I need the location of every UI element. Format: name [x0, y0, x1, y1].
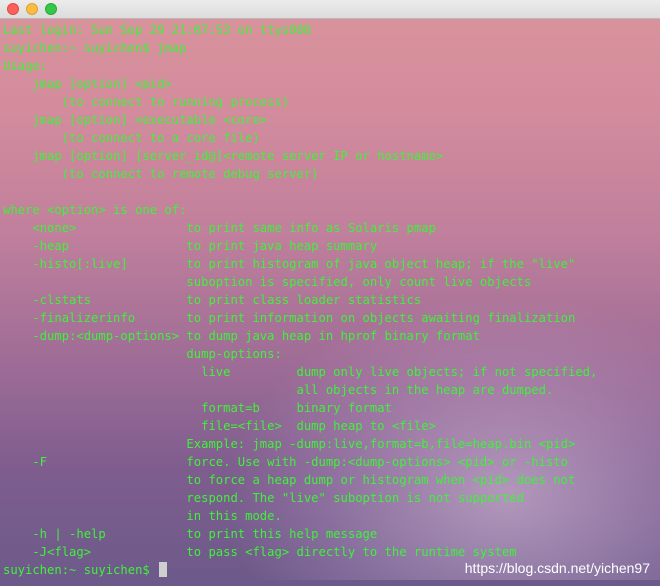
- terminal-line: Usage:: [3, 59, 48, 73]
- terminal-line: -heap to print java heap summary: [3, 239, 378, 253]
- title-bar: [0, 0, 660, 19]
- terminal-line: respond. The "live" suboption is not sup…: [3, 491, 524, 505]
- terminal-line: (to connect to running process): [3, 95, 290, 109]
- terminal-line: -dump:<dump-options> to dump java heap i…: [3, 329, 480, 343]
- terminal-line: suboption is specified, only count live …: [3, 275, 532, 289]
- terminal-line: -histo[:live] to print histogram of java…: [3, 257, 576, 271]
- zoom-button[interactable]: [45, 3, 57, 15]
- terminal-output[interactable]: Last login: Sun Sep 29 21:07:53 on ttys0…: [3, 21, 657, 581]
- shell-prompt: suyichen:~ suyichen$: [3, 563, 158, 577]
- terminal-line: (to connect to a core file): [3, 131, 260, 145]
- terminal-line: -J<flag> to pass <flag> directly to the …: [3, 545, 517, 559]
- terminal-line: live dump only live objects; if not spec…: [3, 365, 598, 379]
- terminal-line: -finalizerinfo to print information on o…: [3, 311, 576, 325]
- watermark: https://blog.csdn.net/yichen97: [464, 560, 650, 576]
- terminal-line: all objects in the heap are dumped.: [3, 383, 554, 397]
- terminal-line: Last login: Sun Sep 29 21:07:53 on ttys0…: [3, 23, 312, 37]
- terminal-line: format=b binary format: [3, 401, 392, 415]
- terminal-line: where <option> is one of:: [3, 203, 187, 217]
- terminal-line: jmap [option] <executable <core>: [3, 113, 268, 127]
- terminal-line: suyichen:~ suyichen$ jmap: [3, 41, 187, 55]
- terminal-line: to force a heap dump or histogram when <…: [3, 473, 576, 487]
- terminal-line: <none> to print same info as Solaris pma…: [3, 221, 436, 235]
- close-button[interactable]: [7, 3, 19, 15]
- terminal-line: (to connect to remote debug server): [3, 167, 319, 181]
- minimize-button[interactable]: [26, 3, 38, 15]
- terminal-line: jmap [option] <pid>: [3, 77, 172, 91]
- terminal-line: Example: jmap -dump:live,format=b,file=h…: [3, 437, 576, 451]
- terminal-line: -h | -help to print this help message: [3, 527, 378, 541]
- terminal-line: jmap [option] [server_id@]<remote server…: [3, 149, 444, 163]
- terminal-line: file=<file> dump heap to <file>: [3, 419, 436, 433]
- terminal-line: in this mode.: [3, 509, 282, 523]
- terminal-line: dump-options:: [3, 347, 282, 361]
- terminal-line: -clstats to print class loader statistic…: [3, 293, 422, 307]
- terminal-line: -F force. Use with -dump:<dump-options> …: [3, 455, 568, 469]
- text-cursor: [159, 562, 168, 577]
